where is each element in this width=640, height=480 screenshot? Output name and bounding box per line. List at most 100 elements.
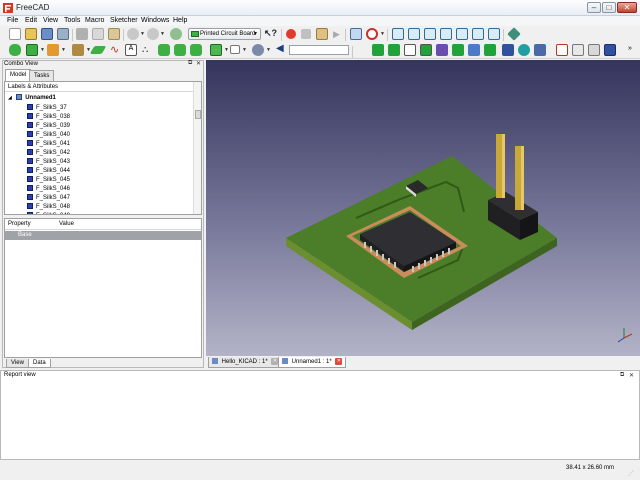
menu-file[interactable]: File (6, 16, 19, 26)
pcb-path-icon[interactable]: ∿ (110, 43, 119, 56)
pdf-export-icon[interactable] (556, 44, 568, 56)
dock-close-icon[interactable]: ✕ (196, 60, 201, 67)
model-dropdown-icon[interactable]: ▼ (224, 47, 229, 53)
macro-edit-icon[interactable] (316, 28, 328, 40)
redo-dropdown-icon[interactable]: ▼ (160, 31, 165, 37)
save-icon[interactable] (41, 28, 53, 40)
part-shell-icon[interactable] (420, 44, 432, 56)
part-green-icon[interactable] (452, 44, 464, 56)
paste-icon[interactable] (108, 28, 120, 40)
menu-edit[interactable]: Edit (24, 16, 38, 26)
tree-item[interactable]: F_SilkS_044 (27, 167, 70, 176)
draw-style-icon[interactable] (366, 28, 378, 40)
pcb-layer-icon[interactable] (72, 44, 84, 56)
part-table-icon[interactable] (502, 44, 514, 56)
pcb-hole-icon[interactable] (158, 44, 170, 56)
part-extrude-icon[interactable] (484, 44, 496, 56)
pcb-explode-icon[interactable] (252, 44, 264, 56)
bottom-view-icon[interactable] (472, 28, 484, 40)
tree-item[interactable]: F_SilkS_043 (27, 158, 70, 167)
scrollbar-thumb[interactable] (195, 110, 201, 119)
cut-icon[interactable] (76, 28, 88, 40)
grid-dropdown-icon[interactable]: ▼ (40, 47, 45, 53)
pcb-model-icon[interactable] (210, 44, 222, 56)
part-export-icon[interactable] (534, 44, 546, 56)
tree-item[interactable]: F_SilkS_045 (27, 176, 70, 185)
pcb-tool-icon[interactable] (47, 44, 59, 56)
workbench-selector[interactable]: Printed Circuit Board ▼ (188, 28, 261, 40)
pcb-grid-icon[interactable] (26, 44, 38, 56)
tree-item[interactable]: F_SilkS_039 (27, 122, 70, 131)
tree-item[interactable]: F_SilkS_042 (27, 149, 70, 158)
dock-float-icon[interactable]: ⧉ (188, 60, 192, 67)
tab-data[interactable]: Data (28, 359, 51, 368)
tab-view[interactable]: View (6, 359, 29, 368)
pcb-text-icon[interactable]: A (125, 44, 137, 56)
search-field[interactable] (289, 45, 349, 55)
maximize-button[interactable]: □ (602, 2, 616, 13)
print-icon[interactable] (588, 44, 600, 56)
menu-view[interactable]: View (42, 16, 59, 26)
tree-item[interactable]: F_SilkS_049 (27, 212, 70, 214)
close-button[interactable]: ✕ (617, 2, 637, 13)
macro-record-icon[interactable] (286, 29, 296, 39)
undo-dropdown-icon[interactable]: ▼ (140, 31, 145, 37)
menu-help[interactable]: Help (172, 16, 188, 26)
tab-tasks[interactable]: Tasks (29, 70, 55, 81)
doc-tab-unnamed1[interactable]: Unnamed1 : 1* ✕ (278, 357, 347, 368)
property-group-base[interactable]: Base (5, 231, 201, 240)
tree-item[interactable]: F_SilkS_048 (27, 203, 70, 212)
macro-run-icon[interactable]: ▶ (333, 29, 340, 40)
tree-item[interactable]: F_SilkS_37 (27, 104, 67, 113)
top-view-icon[interactable] (424, 28, 436, 40)
close-icon[interactable]: ✕ (335, 357, 343, 365)
fit-all-icon[interactable] (350, 28, 362, 40)
isometric-view-icon[interactable] (392, 28, 404, 40)
part-blue-icon[interactable] (468, 44, 480, 56)
pcb-via-icon[interactable] (190, 44, 202, 56)
frame-dropdown-icon[interactable]: ▼ (242, 47, 247, 53)
part-box-icon[interactable] (388, 44, 400, 56)
pcb-pad-icon[interactable] (174, 44, 186, 56)
part-cube-icon[interactable] (372, 44, 384, 56)
expand-arrow-icon[interactable]: ◢ (8, 95, 12, 101)
whats-this-icon[interactable]: ↖? (264, 28, 277, 39)
redo-icon[interactable] (147, 28, 159, 40)
minimize-button[interactable]: ‒ (587, 2, 601, 13)
doc-tab-hello-kicad[interactable]: Hello_KICAD : 1* ✕ (208, 357, 283, 368)
part-wireframe-icon[interactable] (404, 44, 416, 56)
resize-grip-icon[interactable]: ⋰ (628, 470, 634, 477)
pcb-dimension-icon[interactable]: ⛬ (142, 44, 148, 55)
toolbar-overflow-icon[interactable]: » (628, 45, 632, 52)
draw-style-dropdown-icon[interactable]: ▼ (380, 31, 385, 37)
rear-view-icon[interactable] (456, 28, 468, 40)
part-layers-icon[interactable] (436, 44, 448, 56)
book-icon[interactable] (604, 44, 616, 56)
right-view-icon[interactable] (440, 28, 452, 40)
save-as-icon[interactable] (57, 28, 69, 40)
menu-windows[interactable]: Windows (140, 16, 170, 26)
report-view-panel[interactable] (0, 370, 640, 460)
tab-model[interactable]: Model (5, 69, 32, 81)
undo-icon[interactable] (127, 28, 139, 40)
macro-stop-icon[interactable] (301, 29, 311, 39)
pcb-frame-icon[interactable] (230, 45, 240, 54)
menu-macro[interactable]: Macro (84, 16, 105, 26)
tree-item[interactable]: F_SilkS_046 (27, 185, 70, 194)
tool-dropdown-icon[interactable]: ▼ (61, 47, 66, 53)
upload-icon[interactable] (572, 44, 584, 56)
new-document-icon[interactable] (9, 28, 21, 40)
part-color-icon[interactable] (518, 44, 530, 56)
tree-item[interactable]: F_SilkS_040 (27, 131, 70, 140)
menu-tools[interactable]: Tools (63, 16, 81, 26)
tree-item[interactable]: F_SilkS_041 (27, 140, 70, 149)
dock-float-icon[interactable]: ⧉ (620, 372, 624, 379)
tree-scrollbar[interactable] (193, 82, 201, 214)
dock-close-icon[interactable]: ✕ (629, 372, 634, 379)
left-view-icon[interactable] (488, 28, 500, 40)
explode-dropdown-icon[interactable]: ▼ (266, 47, 271, 53)
tree-item[interactable]: F_SilkS_038 (27, 113, 70, 122)
front-view-icon[interactable] (408, 28, 420, 40)
refresh-icon[interactable] (170, 28, 182, 40)
pcb-import-icon[interactable] (9, 44, 21, 56)
